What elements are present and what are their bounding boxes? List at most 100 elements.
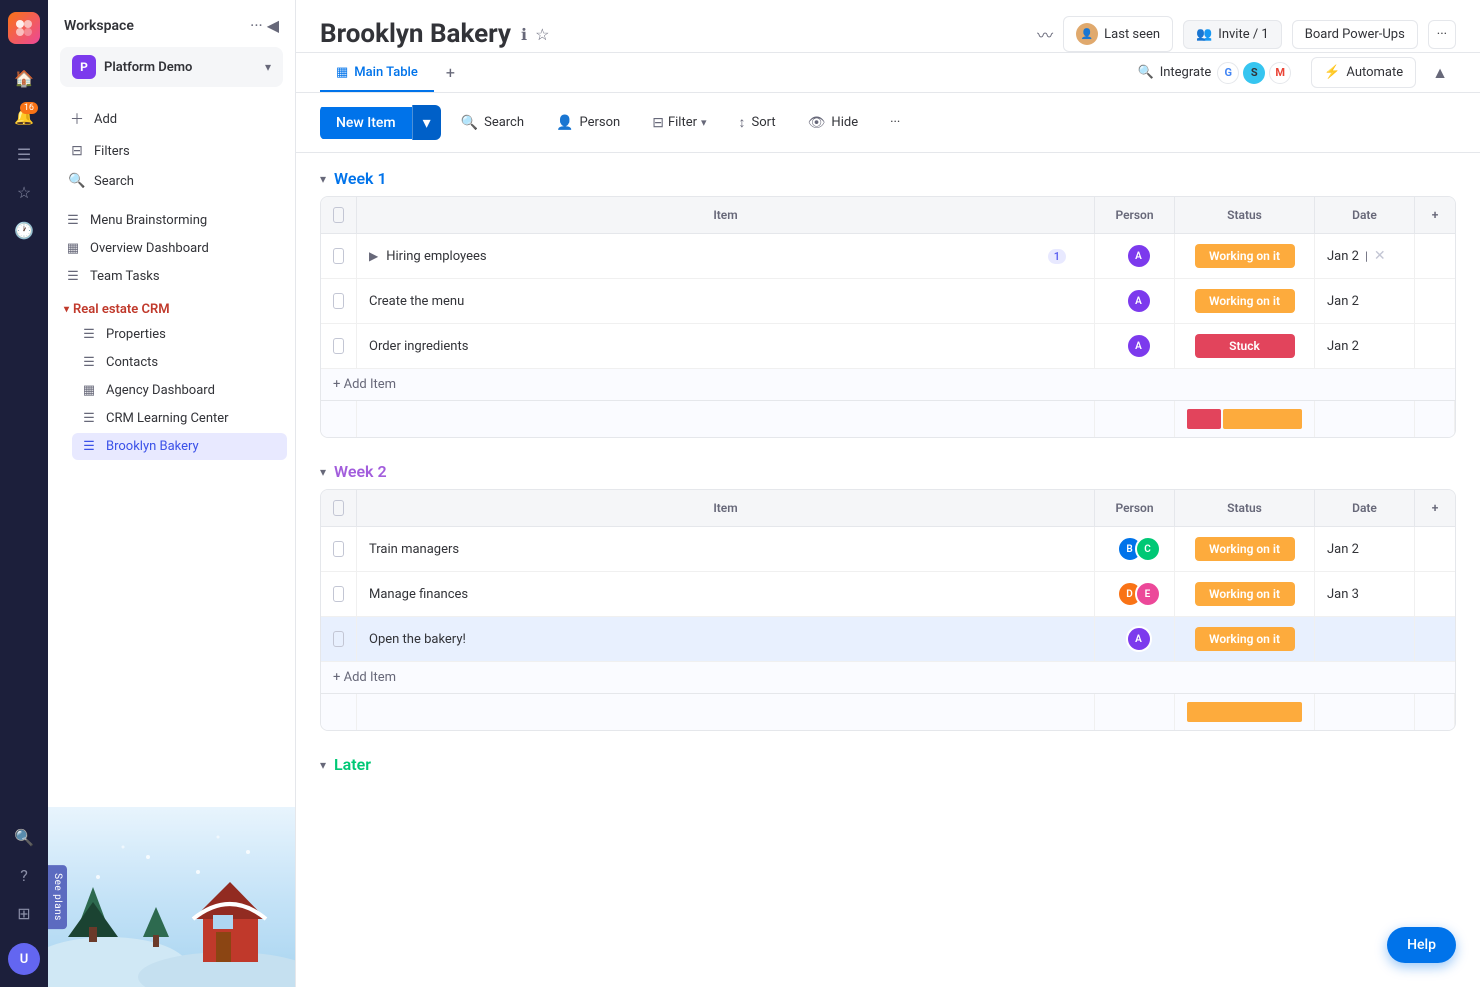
- board-info-icon[interactable]: ℹ: [521, 25, 527, 44]
- row-extra-cell: [1415, 572, 1455, 616]
- row-status-cell[interactable]: Working on it: [1175, 572, 1315, 616]
- nav-label: Menu Brainstorming: [90, 213, 207, 228]
- avatar-stack: D E: [1117, 581, 1153, 607]
- row-checkbox[interactable]: [321, 617, 357, 661]
- apps-icon[interactable]: ⊞: [8, 897, 40, 929]
- main-content: Brooklyn Bakery ℹ ☆ 〰 👤 Last seen 👥 Invi…: [296, 0, 1480, 987]
- workspace-selector[interactable]: P Platform Demo ▾: [60, 47, 283, 87]
- new-item-button[interactable]: New Item ▾: [320, 105, 441, 140]
- toolbar-collapse-btn[interactable]: ▲: [1424, 57, 1456, 89]
- automate-btn[interactable]: ⚡ Automate: [1311, 57, 1416, 88]
- sidebar-nav: ☰ Menu Brainstorming ▦ Overview Dashboar…: [48, 203, 295, 807]
- filters-action[interactable]: ⊟ Filters: [60, 137, 283, 165]
- group-week1-collapse-icon[interactable]: ▾: [320, 172, 326, 186]
- row-date-cell[interactable]: Jan 2: [1315, 279, 1415, 323]
- home-icon[interactable]: 🏠: [8, 62, 40, 94]
- board-star-icon[interactable]: ☆: [535, 25, 549, 44]
- nav-item-overview-dashboard[interactable]: ▦ Overview Dashboard: [56, 235, 287, 262]
- person-btn[interactable]: 👤 Person: [544, 108, 632, 138]
- row-expand-icon[interactable]: ▶: [369, 249, 378, 263]
- row-checkbox[interactable]: [321, 572, 357, 616]
- nav-label: Overview Dashboard: [90, 241, 209, 256]
- new-item-main[interactable]: New Item: [320, 107, 412, 139]
- more-tools-btn[interactable]: ···: [878, 108, 912, 137]
- filter-btn[interactable]: ⊟ Filter ▾: [640, 108, 718, 138]
- last-seen-btn[interactable]: 👤 Last seen: [1063, 16, 1173, 52]
- nav-item-brooklyn-bakery[interactable]: ☰ Brooklyn Bakery: [72, 433, 287, 460]
- see-plans-strip[interactable]: See plans: [48, 865, 67, 929]
- group-later-collapse-icon[interactable]: ▾: [320, 758, 326, 772]
- summary-status-col: [1175, 694, 1315, 730]
- status-badge[interactable]: Stuck: [1195, 334, 1295, 358]
- header-add-col[interactable]: +: [1415, 197, 1455, 233]
- new-item-dropdown[interactable]: ▾: [412, 105, 441, 140]
- row-date-cell[interactable]: [1315, 617, 1415, 661]
- sidebar-more-icon[interactable]: ···: [250, 16, 263, 35]
- board-power-ups-btn[interactable]: Board Power-Ups: [1292, 20, 1418, 49]
- crm-section-label[interactable]: ▾ Real estate CRM: [56, 294, 287, 321]
- header-checkbox[interactable]: [321, 490, 357, 526]
- nav-item-contacts[interactable]: ☰ Contacts: [72, 349, 287, 376]
- tab-main-table[interactable]: ▦ Main Table: [320, 55, 434, 92]
- row-date-cell[interactable]: Jan 2: [1315, 527, 1415, 571]
- help-icon[interactable]: ?: [8, 859, 40, 891]
- header-add-col[interactable]: +: [1415, 490, 1455, 526]
- row-date-cell[interactable]: Jan 2 | ✕: [1315, 234, 1415, 278]
- status-badge[interactable]: Working on it: [1195, 582, 1295, 606]
- hide-btn[interactable]: 👁 Hide: [796, 108, 870, 138]
- row-date-cell[interactable]: Jan 3: [1315, 572, 1415, 616]
- help-button[interactable]: Help: [1387, 927, 1456, 963]
- tab-add-btn[interactable]: +: [434, 53, 467, 92]
- table-row: Manage finances + D E Working on it Jan …: [321, 572, 1455, 617]
- row-checkbox[interactable]: [321, 527, 357, 571]
- crm-section-name: Real estate CRM: [73, 302, 170, 317]
- winter-scene-svg: [48, 807, 295, 987]
- row-person-cell: A: [1095, 324, 1175, 368]
- add-action[interactable]: ＋ Add: [60, 103, 283, 135]
- header-checkbox[interactable]: [321, 197, 357, 233]
- board-more-btn[interactable]: ···: [1428, 20, 1456, 49]
- summary-person-col: [1095, 401, 1175, 437]
- group-week2-collapse-icon[interactable]: ▾: [320, 465, 326, 479]
- nav-icon: ☰: [80, 439, 98, 454]
- nav-item-crm-learning[interactable]: ☰ CRM Learning Center: [72, 405, 287, 432]
- row-status-cell[interactable]: Working on it: [1175, 527, 1315, 571]
- add-item-row[interactable]: + Add Item: [321, 369, 1455, 400]
- inbox-icon[interactable]: ☰: [8, 138, 40, 170]
- integrate-btn[interactable]: 🔍 Integrate G S M: [1126, 55, 1304, 91]
- notification-icon[interactable]: 🔔 16: [8, 100, 40, 132]
- board-content: ▾ Week 1 Item Person Status Date + ▶: [296, 153, 1480, 987]
- status-badge[interactable]: Working on it: [1195, 537, 1295, 561]
- search-icon[interactable]: 🔍: [8, 821, 40, 853]
- status-badge[interactable]: Working on it: [1195, 627, 1295, 651]
- header-right-actions: 🔍 Integrate G S M ⚡ Automate ▲: [1126, 55, 1457, 91]
- row-status-cell[interactable]: Working on it: [1175, 617, 1315, 661]
- board-header: Brooklyn Bakery ℹ ☆ 〰 👤 Last seen 👥 Invi…: [296, 0, 1480, 53]
- row-status-cell[interactable]: Working on it: [1175, 234, 1315, 278]
- status-badge[interactable]: Working on it: [1195, 289, 1295, 313]
- add-item-label: + Add Item: [333, 377, 396, 392]
- sort-btn[interactable]: ↕ Sort: [727, 107, 788, 138]
- avatar-stack: A: [1126, 243, 1144, 269]
- search-action[interactable]: 🔍 Search: [60, 167, 283, 195]
- row-checkbox[interactable]: [321, 279, 357, 323]
- recent-icon[interactable]: 🕐: [8, 214, 40, 246]
- add-item-row[interactable]: + Add Item: [321, 662, 1455, 693]
- favorite-icon[interactable]: ☆: [8, 176, 40, 208]
- invite-btn[interactable]: 👥 Invite / 1: [1183, 20, 1282, 49]
- nav-item-properties[interactable]: ☰ Properties: [72, 321, 287, 348]
- user-avatar[interactable]: U: [8, 943, 40, 975]
- activity-icon[interactable]: 〰: [1037, 22, 1053, 46]
- row-checkbox[interactable]: [321, 324, 357, 368]
- nav-item-team-tasks[interactable]: ☰ Team Tasks: [56, 263, 287, 290]
- row-status-cell[interactable]: Stuck: [1175, 324, 1315, 368]
- status-badge[interactable]: Working on it: [1195, 244, 1295, 268]
- row-date-cell[interactable]: Jan 2: [1315, 324, 1415, 368]
- nav-item-menu-brainstorming[interactable]: ☰ Menu Brainstorming: [56, 207, 287, 234]
- date-clear-icon[interactable]: ✕: [1374, 248, 1386, 264]
- nav-item-agency-dashboard[interactable]: ▦ Agency Dashboard: [72, 377, 287, 404]
- sidebar-collapse-icon[interactable]: ◀: [267, 16, 279, 35]
- search-btn[interactable]: 🔍 Search: [449, 108, 536, 138]
- row-status-cell[interactable]: Working on it: [1175, 279, 1315, 323]
- row-checkbox[interactable]: [321, 234, 357, 278]
